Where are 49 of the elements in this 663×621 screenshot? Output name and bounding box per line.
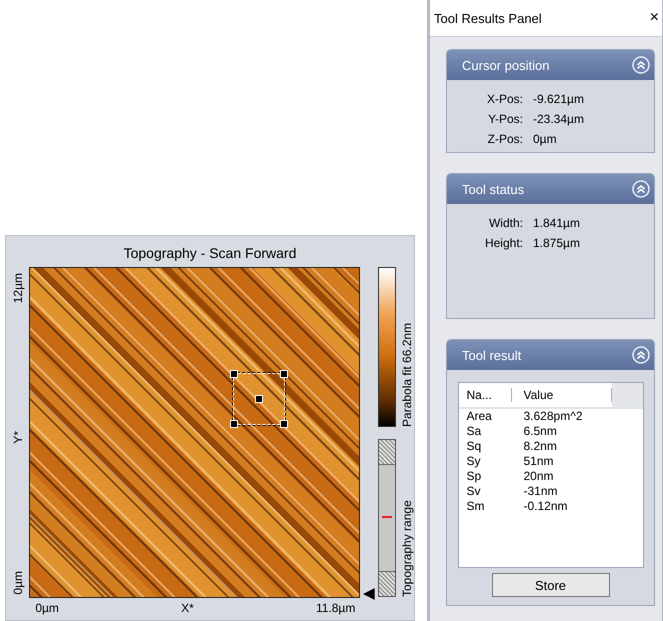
table-cell-text: Sm <box>466 499 486 514</box>
field-value: -23.34µm <box>533 112 584 128</box>
x-axis-title: X* <box>181 601 194 615</box>
collapse-icon[interactable] <box>632 346 650 364</box>
table-cell-text: -31nm <box>522 484 559 499</box>
field-value: 0µm <box>533 132 557 148</box>
field-label: Height: <box>484 236 523 252</box>
table-cell-text: 3.628pm^2 <box>522 409 584 424</box>
section-title: Tool result <box>462 348 522 362</box>
field-value: -9.621µm <box>533 92 584 108</box>
panel-title: Tool Results Panel <box>434 10 542 26</box>
range-bar[interactable] <box>378 439 396 597</box>
section-header[interactable]: Tool status <box>447 174 654 204</box>
collapse-icon[interactable] <box>632 180 650 198</box>
field-label: Z-Pos: <box>486 132 523 148</box>
field-label: Y-Pos: <box>487 112 523 128</box>
table-cell-text: Sq <box>466 439 482 454</box>
table-cell-text: Sv <box>466 484 482 499</box>
y-axis-max-label: 12µm <box>10 273 25 304</box>
range-marker-icon[interactable] <box>363 588 375 600</box>
table-cell-text: Area <box>466 409 493 424</box>
section-header[interactable]: Cursor position <box>447 50 654 80</box>
x-axis-min-label: 0µm <box>35 601 59 615</box>
table-cell-text: -0.12nm <box>522 499 569 514</box>
field-label: X-Pos: <box>486 92 523 108</box>
table-cell-text: Sp <box>466 469 482 484</box>
range-bar-label: Topography range <box>400 499 414 597</box>
column-header[interactable]: Na... <box>458 388 512 402</box>
table-cell-text: Sy <box>466 454 482 469</box>
y-axis-min-label: 0µm <box>10 571 25 595</box>
collapse-icon[interactable] <box>632 56 650 74</box>
section-title: Cursor position <box>462 58 550 72</box>
field-value: 1.875µm <box>533 236 580 252</box>
table-cell-text: 20nm <box>522 469 555 484</box>
field-value: 1.841µm <box>533 216 580 232</box>
table-cell-text: 8.2nm <box>522 439 558 454</box>
table-cell-text: Sa <box>466 424 482 439</box>
x-axis-max-label: 11.8µm <box>316 601 356 615</box>
y-axis-title: Y* <box>10 430 25 444</box>
section-title: Tool status <box>462 182 524 196</box>
table-cell-text: 51nm <box>522 454 555 469</box>
table-cell-text: 6.5nm <box>522 424 558 439</box>
section-header[interactable]: Tool result <box>447 340 654 370</box>
color-scale-label: Parabola fit 66.2nm <box>400 322 414 427</box>
selection-rectangle[interactable] <box>233 373 286 425</box>
close-button[interactable]: × <box>650 9 659 27</box>
field-label: Width: <box>488 216 523 232</box>
store-button[interactable]: Store <box>492 573 610 597</box>
image-title: Topography - Scan Forward <box>122 244 298 263</box>
